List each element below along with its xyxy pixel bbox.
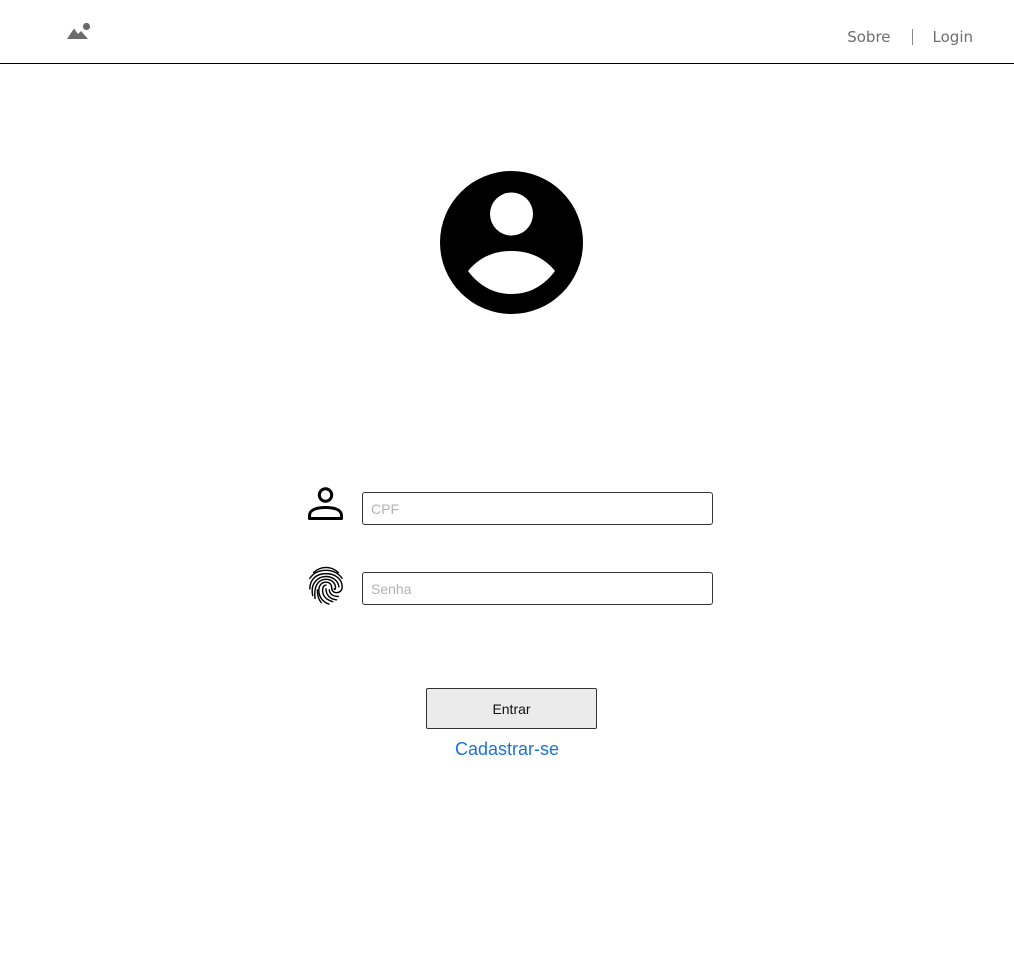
password-input[interactable] bbox=[362, 572, 713, 605]
top-bar: Sobre Login bbox=[0, 0, 1014, 64]
fingerprint-icon bbox=[309, 566, 343, 605]
mountain-image-icon[interactable] bbox=[66, 22, 92, 40]
login-page: Sobre Login CPF Entrar Cadastrar-se bbox=[0, 0, 1014, 961]
nav-divider bbox=[911, 29, 913, 45]
cpf-input[interactable] bbox=[362, 492, 713, 525]
nav-link-sobre[interactable]: Sobre bbox=[847, 28, 890, 46]
cpf-row bbox=[306, 486, 714, 526]
login-button[interactable]: Entrar bbox=[426, 688, 597, 729]
register-link[interactable]: Cadastrar-se bbox=[0, 739, 1014, 760]
password-row bbox=[306, 566, 714, 606]
person-icon bbox=[308, 487, 343, 520]
account-circle-icon bbox=[440, 171, 583, 314]
top-nav: Sobre Login bbox=[847, 28, 973, 46]
nav-link-login[interactable]: Login bbox=[933, 28, 973, 46]
